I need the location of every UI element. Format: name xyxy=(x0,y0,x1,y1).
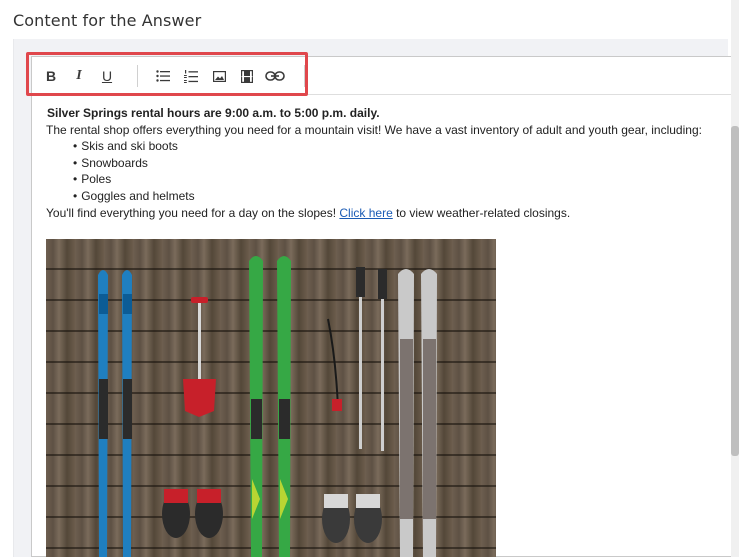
closing-text: You'll find everything you need for a da… xyxy=(46,205,337,220)
insert-link-button[interactable] xyxy=(264,67,286,85)
scrollbar-thumb[interactable] xyxy=(731,126,739,456)
section-title: Content for the Answer xyxy=(13,11,202,30)
toolbar-divider xyxy=(304,65,305,87)
content-heading: Silver Springs rental hours are 9:00 a.m… xyxy=(47,106,380,120)
list-item: Snowboards xyxy=(73,155,726,172)
insert-image-button[interactable] xyxy=(210,67,228,85)
rich-text-editor[interactable]: B I U Silver Springs rental hours are 9:… xyxy=(31,56,732,557)
editor-toolbar: B I U xyxy=(32,57,732,95)
underline-button[interactable]: U xyxy=(98,67,116,85)
bold-icon: B xyxy=(45,68,57,84)
toolbar-divider xyxy=(137,65,138,87)
numbered-list-icon xyxy=(184,69,198,83)
ski-equipment-illustration xyxy=(98,256,437,557)
numbered-list-button[interactable] xyxy=(182,67,200,85)
insert-video-button[interactable] xyxy=(238,67,256,85)
list-item: Poles xyxy=(73,171,726,188)
list-item: Skis and ski boots xyxy=(73,138,726,155)
list-item: Goggles and helmets xyxy=(73,188,726,205)
underline-icon: U xyxy=(101,68,113,84)
equipment-list: Skis and ski boots Snowboards Poles Gogg… xyxy=(46,138,726,204)
image-icon xyxy=(212,70,226,82)
ski-equipment-photo[interactable] xyxy=(46,239,496,557)
bulleted-list-button[interactable] xyxy=(154,67,172,85)
italic-button[interactable]: I xyxy=(70,67,88,85)
link-icon xyxy=(265,71,285,81)
bulleted-list-icon xyxy=(156,70,170,82)
closing-text-end: to view weather-related closings. xyxy=(396,205,571,220)
weather-closings-link[interactable]: Click here xyxy=(339,206,392,220)
film-icon xyxy=(241,69,253,83)
italic-icon: I xyxy=(76,68,82,83)
content-closing: You'll find everything you need for a da… xyxy=(46,205,726,222)
content-intro: The rental shop offers everything you ne… xyxy=(46,122,702,137)
bold-button[interactable]: B xyxy=(42,67,60,85)
editor-content[interactable]: Silver Springs rental hours are 9:00 a.m… xyxy=(46,105,726,221)
